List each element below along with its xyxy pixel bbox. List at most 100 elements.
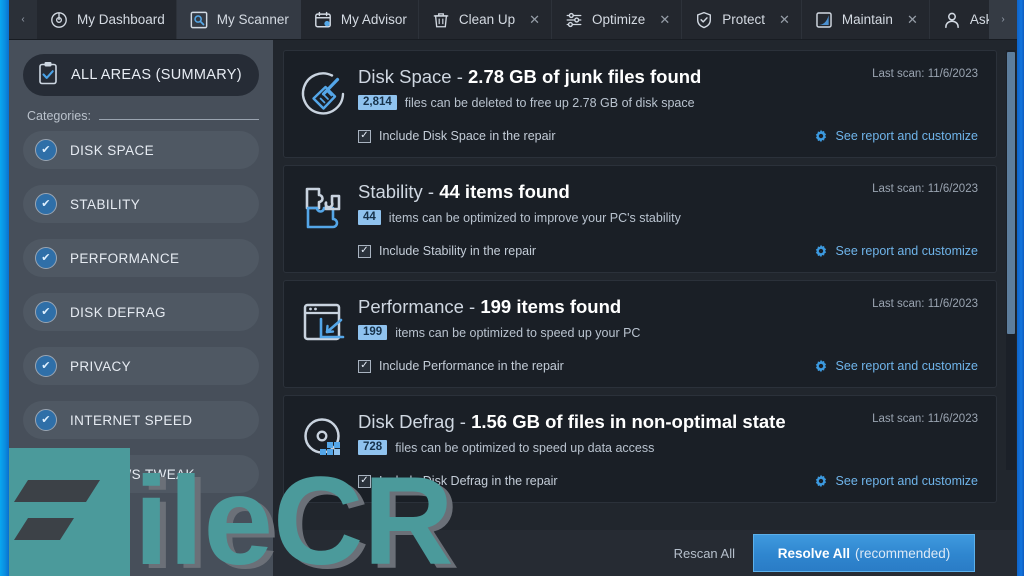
include-checkbox[interactable]: ✓ <box>358 474 371 488</box>
count-badge: 44 <box>358 210 381 225</box>
sidebar-item-disk-space[interactable]: ✔ DISK SPACE <box>23 131 259 169</box>
sidebar-categories-label: Categories: <box>27 109 91 123</box>
sidebar-item-label: DISK SPACE <box>70 142 155 158</box>
tab-list: My Dashboard My Scanner My Advisor Clean… <box>37 0 989 39</box>
check-circle-icon: ✔ <box>35 355 57 377</box>
count-badge: 728 <box>358 440 388 455</box>
content-scrollbar[interactable] <box>1006 50 1016 470</box>
tab-label: My Dashboard <box>77 12 165 27</box>
include-checkbox-row[interactable]: ✓ Include Disk Defrag in the repair <box>358 474 558 488</box>
sliders-icon <box>564 10 584 30</box>
include-checkbox[interactable]: ✓ <box>358 359 371 373</box>
card-title-strong: 2.78 GB of junk files found <box>468 66 702 87</box>
include-checkbox-row[interactable]: ✓ Include Stability in the repair <box>358 244 536 258</box>
see-report-and-customize-link[interactable]: See report and customize <box>814 244 978 258</box>
card-subtitle: 44 items can be optimized to improve your… <box>358 210 978 225</box>
include-checkbox[interactable]: ✓ <box>358 244 371 258</box>
tab-label: Clean Up <box>458 12 516 27</box>
sidebar-item-disk-defrag[interactable]: ✔ DISK DEFRAG <box>23 293 259 331</box>
last-scan-label: Last scan: 11/6/2023 <box>872 183 978 195</box>
card-subtitle-text: files can be deleted to free up 2.78 GB … <box>404 95 695 110</box>
action-bar: Rescan All Resolve All (recommended) <box>273 530 1017 576</box>
sidebar-item-privacy[interactable]: ✔ PRIVACY <box>23 347 259 385</box>
dashboard-icon <box>49 10 69 30</box>
card-title-prefix: Performance - <box>358 296 481 317</box>
card-title-strong: 44 items found <box>439 181 570 202</box>
tab-close-icon[interactable]: ✕ <box>907 13 918 26</box>
resolve-all-note: (recommended) <box>854 545 951 561</box>
card-title-prefix: Disk Defrag - <box>358 411 472 432</box>
include-checkbox-row[interactable]: ✓ Include Performance in the repair <box>358 359 564 373</box>
maintain-icon <box>814 10 834 30</box>
see-report-and-customize-link[interactable]: See report and customize <box>814 129 978 143</box>
include-checkbox-label: Include Disk Space in the repair <box>379 129 556 143</box>
tab-clean-up[interactable]: Clean Up ✕ <box>419 0 553 39</box>
sidebar-item-stability[interactable]: ✔ STABILITY <box>23 185 259 223</box>
disk-defrag-icon <box>298 412 352 466</box>
sidebar-categories-rule <box>98 119 259 120</box>
scan-results-panel: Last scan: 11/6/2023 Disk Space - 2.78 G… <box>273 40 1017 576</box>
rescan-all-button[interactable]: Rescan All <box>674 546 735 561</box>
tab-ask-a-question[interactable]: Ask a Question✕ <box>930 0 989 39</box>
gear-icon <box>814 359 828 373</box>
tab-close-icon[interactable]: ✕ <box>529 13 540 26</box>
card-title-prefix: Stability - <box>358 181 440 202</box>
tab-label: Optimize <box>592 12 646 27</box>
card-title-strong: 199 items found <box>480 296 622 317</box>
check-circle-icon: ✔ <box>35 193 57 215</box>
sidebar-item-label: PERFORMANCE <box>70 250 180 266</box>
tab-my-advisor[interactable]: My Advisor <box>301 0 419 39</box>
sidebar-item-windows-tweak[interactable]: ✔ WINDOWS TWEAK <box>23 455 259 493</box>
resolve-all-button[interactable]: Resolve All (recommended) <box>753 534 975 572</box>
sidebar-item-internet-speed[interactable]: ✔ INTERNET SPEED <box>23 401 259 439</box>
tab-scroll-right-button[interactable]: › <box>989 0 1017 39</box>
scan-result-card: Last scan: 11/6/2023 Stability - 44 item… <box>283 165 997 273</box>
window-left-edge <box>0 0 9 576</box>
scan-result-card: Last scan: 11/6/2023 Performance - 199 i… <box>283 280 997 388</box>
window-chart-icon <box>298 297 352 351</box>
see-report-and-customize-link[interactable]: See report and customize <box>814 474 978 488</box>
content-scrollbar-thumb[interactable] <box>1007 52 1015 334</box>
tab-maintain[interactable]: Maintain ✕ <box>802 0 930 39</box>
tab-bar: ‹ My Dashboard My Scanner My Advisor Cle… <box>9 0 1017 40</box>
scan-result-card: Last scan: 11/6/2023 Disk Space - 2.78 G… <box>283 50 997 158</box>
tab-protect[interactable]: Protect ✕ <box>682 0 802 39</box>
include-checkbox-label: Include Stability in the repair <box>379 244 537 258</box>
include-checkbox-label: Include Disk Defrag in the repair <box>379 474 558 488</box>
count-badge: 199 <box>358 325 388 340</box>
check-circle-icon: ✔ <box>35 301 57 323</box>
card-subtitle-text: items can be optimized to improve your P… <box>388 210 681 225</box>
see-report-label: See report and customize <box>835 359 978 373</box>
sidebar-item-label: DISK DEFRAG <box>70 304 166 320</box>
scan-result-card: Last scan: 11/6/2023 Disk Defrag - 1.56 … <box>283 395 997 503</box>
see-report-label: See report and customize <box>835 474 978 488</box>
sidebar: ALL AREAS (SUMMARY) Categories: ✔ DISK SP… <box>9 40 273 576</box>
chevron-left-icon: ‹ <box>21 14 25 25</box>
sidebar-item-all-areas[interactable]: ALL AREAS (SUMMARY) <box>23 54 259 96</box>
tab-label: Maintain <box>841 12 893 27</box>
shield-check-icon <box>694 10 714 30</box>
tab-scroll-left-button[interactable]: ‹ <box>9 0 37 39</box>
tab-optimize[interactable]: Optimize ✕ <box>552 0 683 39</box>
see-report-and-customize-link[interactable]: See report and customize <box>814 359 978 373</box>
sidebar-item-label: PRIVACY <box>70 358 132 374</box>
tab-label: Protect <box>722 12 765 27</box>
check-circle-icon: ✔ <box>35 247 57 269</box>
app-window: ‹ My Dashboard My Scanner My Advisor Cle… <box>0 0 1024 576</box>
card-subtitle-text: files can be optimized to speed up data … <box>395 440 655 455</box>
tab-my-scanner[interactable]: My Scanner <box>176 0 301 39</box>
tab-label: My Scanner <box>216 12 289 27</box>
sidebar-item-label: STABILITY <box>70 196 141 212</box>
scan-result-card-list: Last scan: 11/6/2023 Disk Space - 2.78 G… <box>283 50 997 503</box>
last-scan-label: Last scan: 11/6/2023 <box>872 68 978 80</box>
tab-close-icon[interactable]: ✕ <box>659 13 670 26</box>
sidebar-item-performance[interactable]: ✔ PERFORMANCE <box>23 239 259 277</box>
include-checkbox-label: Include Performance in the repair <box>379 359 564 373</box>
tab-close-icon[interactable]: ✕ <box>779 13 790 26</box>
include-checkbox-row[interactable]: ✓ Include Disk Space in the repair <box>358 129 555 143</box>
check-circle-icon: ✔ <box>35 409 57 431</box>
tab-my-dashboard[interactable]: My Dashboard <box>37 0 177 39</box>
scanner-icon <box>189 10 209 30</box>
include-checkbox[interactable]: ✓ <box>358 129 371 143</box>
gear-icon <box>814 474 828 488</box>
